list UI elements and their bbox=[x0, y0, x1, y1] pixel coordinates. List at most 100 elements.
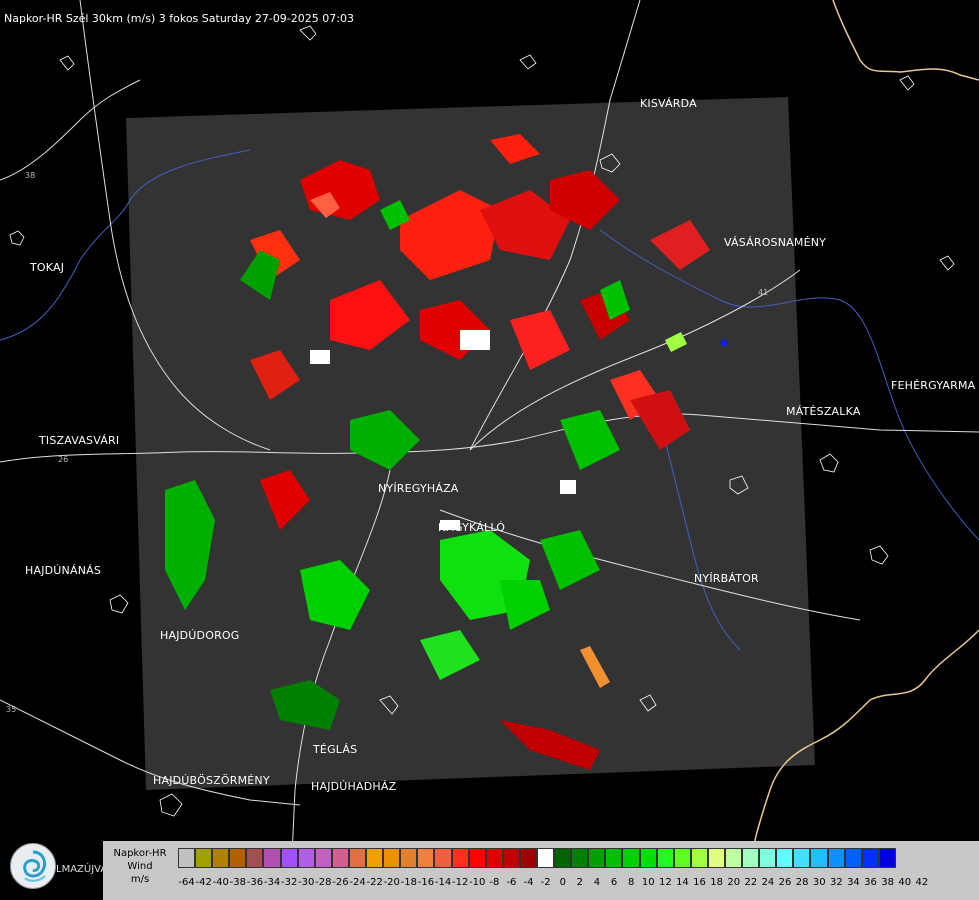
city-mateszalka: MÁTÉSZALKA bbox=[786, 405, 861, 418]
road-number-38: 38 bbox=[25, 171, 35, 180]
legend-tick-label: 42 bbox=[915, 877, 929, 888]
city-nagykallo: NAGYKÁLLÓ bbox=[438, 521, 506, 534]
legend-tick-label: 22 bbox=[744, 877, 758, 888]
legend-tick-label: -26 bbox=[332, 877, 349, 888]
legend-swatch bbox=[656, 848, 674, 868]
city-hajdudorog: HAJDÚDOROG bbox=[160, 629, 240, 642]
legend-swatch bbox=[417, 848, 435, 868]
legend-swatch bbox=[588, 848, 606, 868]
legend-swatch bbox=[622, 848, 640, 868]
legend-swatch bbox=[673, 848, 691, 868]
legend-tick-label: 36 bbox=[864, 877, 877, 888]
legend-swatch bbox=[502, 848, 520, 868]
legend-swatch bbox=[605, 848, 623, 868]
legend-tick-label: -42 bbox=[195, 877, 212, 888]
legend-swatch bbox=[400, 848, 418, 868]
legend-tick-label: -4 bbox=[523, 877, 534, 888]
legend-tick-label: 0 bbox=[559, 877, 566, 888]
legend-swatch bbox=[776, 848, 794, 868]
legend-ticks: -64 -42 -40 -38 -36 -34 -32 -30 -28 -26 -24 -22 -20-… bbox=[178, 877, 976, 891]
city-hajduboszormeny: HAJDÚBÖSZÖRMÉNY bbox=[153, 774, 270, 787]
legend-swatch bbox=[297, 848, 315, 868]
legend-swatch bbox=[571, 848, 589, 868]
city-vasarosnameny: VÁSÁROSNAMÉNY bbox=[724, 236, 827, 249]
legend-swatch bbox=[827, 848, 845, 868]
legend-swatch bbox=[383, 848, 401, 868]
legend-tick-label: 10 bbox=[641, 877, 655, 888]
legend-tick-label: -22 bbox=[366, 877, 383, 888]
legend-swatch bbox=[810, 848, 828, 868]
legend-swatch bbox=[331, 848, 349, 868]
map-title: Napkor-HR Szél 30km (m/s) 3 fokos Saturd… bbox=[4, 12, 354, 25]
legend-tick-label: 28 bbox=[795, 877, 809, 888]
country-border bbox=[832, 0, 979, 81]
legend-tick-label: 14 bbox=[676, 877, 689, 888]
city-hajdunanas: HAJDÚNÁNÁS bbox=[25, 564, 102, 577]
color-legend: Napkor-HR Wind m/s -64 -42 -40 -38 -36 -34 -32… bbox=[103, 841, 979, 900]
road-number-35: 35 bbox=[6, 705, 16, 714]
legend-swatch bbox=[554, 848, 572, 868]
legend-tick-label: 34 bbox=[847, 877, 860, 888]
legend-swatch bbox=[366, 848, 384, 868]
legend-tick-label: -10 bbox=[469, 877, 486, 888]
legend-tick-label: 2 bbox=[576, 877, 584, 888]
legend-tick-label: -20 bbox=[383, 877, 400, 888]
city-tokaj: TOKAJ bbox=[30, 261, 65, 274]
legend-title-line2: Wind bbox=[127, 861, 153, 872]
legend-tick-label: -16 bbox=[417, 877, 435, 888]
legend-swatch bbox=[485, 848, 503, 868]
legend-tick-label: -32 bbox=[280, 877, 298, 888]
legend-swatch bbox=[707, 848, 725, 868]
legend-tick-label: 18 bbox=[710, 877, 724, 888]
legend-tick-label: -38 bbox=[229, 877, 247, 888]
legend-swatches bbox=[178, 848, 896, 868]
city-kisvarda: KISVÁRDA bbox=[640, 97, 697, 110]
legend-swatch bbox=[861, 848, 879, 868]
legend-title-line1: Napkor-HR bbox=[113, 848, 167, 859]
road-number-41: 41 bbox=[758, 288, 768, 297]
logo-icon bbox=[10, 843, 56, 889]
legend-title: Napkor-HR Wind m/s bbox=[109, 847, 171, 886]
legend-tick-label: 40 bbox=[898, 877, 912, 888]
legend-tick-label: -2 bbox=[540, 877, 551, 888]
road-number-26: 26 bbox=[58, 455, 68, 464]
legend-tick-label: -24 bbox=[349, 877, 366, 888]
legend-swatch bbox=[348, 848, 367, 868]
legend-swatch bbox=[519, 848, 537, 868]
legend-tick-label: 38 bbox=[881, 877, 895, 888]
legend-swatch bbox=[536, 848, 555, 868]
city-nyirbator: NYÍRBÁTOR bbox=[694, 572, 759, 585]
city-teglas: TÉGLÁS bbox=[313, 743, 358, 756]
legend-swatch bbox=[280, 848, 298, 868]
legend-tick-label: -28 bbox=[315, 877, 332, 888]
legend-swatch bbox=[451, 848, 469, 868]
legend-tick-label: 30 bbox=[812, 877, 826, 888]
legend-tick-label: 26 bbox=[778, 877, 792, 888]
legend-swatch bbox=[844, 848, 862, 868]
legend-tick-label: 20 bbox=[727, 877, 741, 888]
legend-tick-label: 16 bbox=[693, 877, 706, 888]
legend-swatch bbox=[246, 848, 264, 868]
legend-swatch bbox=[314, 848, 332, 868]
legend-tick-label: -6 bbox=[506, 877, 517, 888]
city-hajduhadhaz: HAJDÚHADHÁZ bbox=[311, 780, 397, 793]
city-tiszavasvari: TISZAVASVÁRI bbox=[39, 434, 120, 447]
legend-tick-label: -64 bbox=[178, 877, 195, 888]
city-nyiregyhaza: NYÍREGYHÁZA bbox=[378, 482, 459, 495]
legend-swatch bbox=[212, 848, 230, 868]
legend-tick-label: -30 bbox=[298, 877, 315, 888]
legend-tick-label: -18 bbox=[400, 877, 418, 888]
legend-swatch bbox=[793, 848, 811, 868]
legend-swatch bbox=[468, 848, 486, 868]
legend-swatch bbox=[263, 848, 281, 868]
legend-tick-label: -12 bbox=[451, 877, 469, 888]
legend-swatch bbox=[195, 848, 213, 868]
legend-tick-label: 32 bbox=[829, 877, 843, 888]
legend-title-line3: m/s bbox=[130, 874, 150, 885]
legend-swatch bbox=[690, 848, 708, 868]
legend-tick-label: -14 bbox=[434, 877, 452, 888]
city-fehergyarmat: FEHÉRGYARMA bbox=[891, 379, 976, 392]
legend-swatch bbox=[742, 848, 760, 868]
legend-tick-label: -36 bbox=[246, 877, 264, 888]
legend-tick-label: 4 bbox=[593, 877, 601, 888]
